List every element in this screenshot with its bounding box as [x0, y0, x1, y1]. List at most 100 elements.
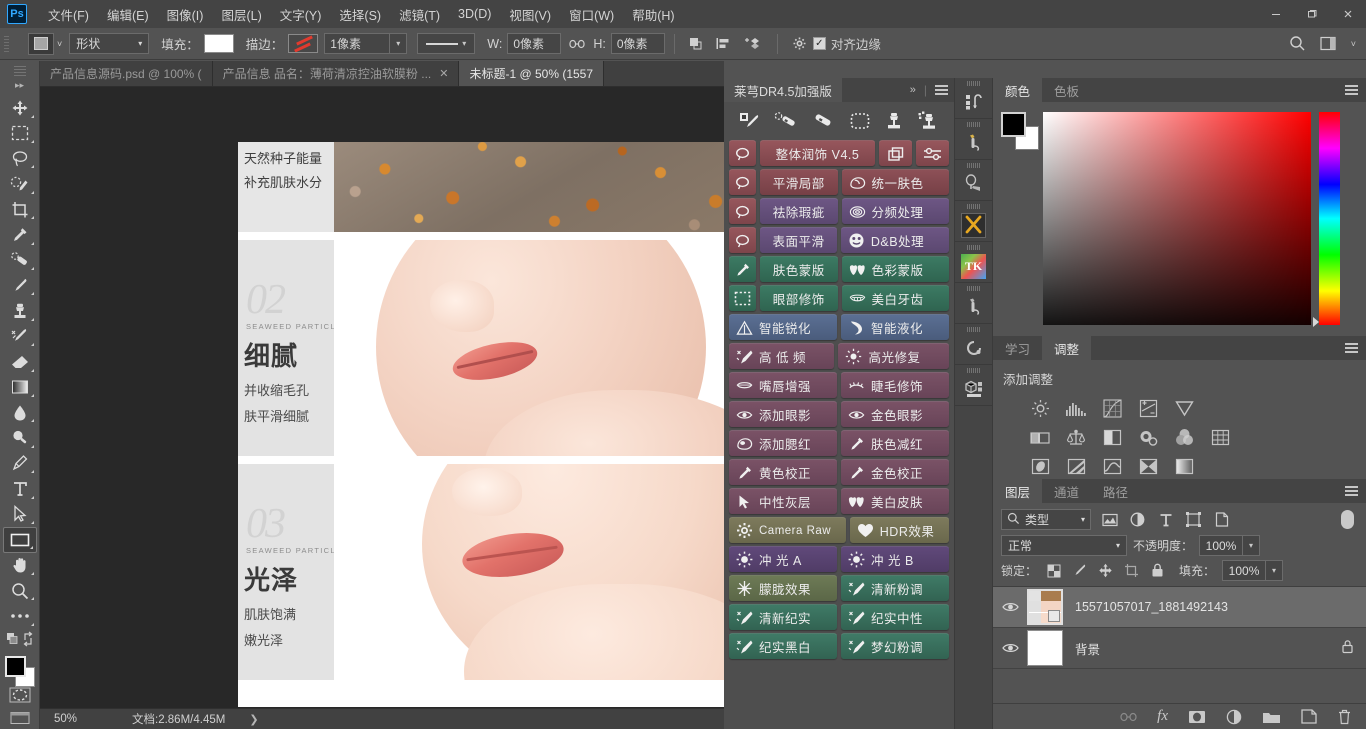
lasso-tool[interactable] [3, 146, 37, 171]
dock-item-history[interactable] [955, 324, 993, 364]
dr-btn-neutral-gray[interactable]: 中性灰层 [729, 488, 837, 514]
selective-color-icon[interactable] [1173, 457, 1195, 477]
zoom-level-field[interactable]: 50% [40, 713, 106, 725]
dr-btn-smart-liquify[interactable]: 智能液化 [841, 314, 949, 340]
align-edges-checkbox[interactable]: ✓ [812, 37, 826, 50]
pen-tool[interactable] [3, 451, 37, 476]
path-alignment-icon[interactable] [708, 36, 738, 52]
quick-mask-button[interactable] [3, 683, 37, 706]
lasso-icon-button-3[interactable] [729, 198, 756, 224]
dock-item-tk-panel[interactable]: TK [955, 242, 993, 282]
dock-item-xx-tools[interactable] [955, 201, 993, 241]
hue-slider[interactable] [1313, 112, 1340, 327]
dr-btn-highlight-recovery[interactable]: 高光修复 [838, 343, 949, 369]
screen-mode-button[interactable] [3, 706, 37, 729]
marquee-tool[interactable] [3, 121, 37, 146]
document-tab-3[interactable]: 未标题-1 @ 50% (1557 [459, 61, 605, 86]
panel-menu-icon[interactable] [935, 84, 948, 96]
double-chevron-icon[interactable]: » [910, 84, 916, 96]
tab-learn[interactable]: 学习 [993, 336, 1042, 360]
move-tool[interactable] [3, 95, 37, 120]
document-tab-1[interactable]: 产品信息源码.psd @ 100% ( [40, 61, 213, 86]
pixel-filter-icon[interactable] [1100, 510, 1119, 529]
dr-btn-smart-sharpen[interactable]: 智能锐化 [729, 314, 837, 340]
opacity-input[interactable]: 100% [1199, 535, 1244, 556]
link-icon[interactable] [569, 38, 585, 50]
delete-layer-icon[interactable] [1337, 709, 1352, 725]
foreground-color-swatch[interactable] [4, 655, 26, 677]
panel-menu-icon[interactable] [1345, 343, 1358, 354]
dr-btn-hazy-effect[interactable]: 朦胧效果 [729, 575, 837, 601]
close-tab-icon[interactable]: ✕ [439, 67, 448, 80]
gradient-tool[interactable] [3, 375, 37, 400]
vibrance-icon[interactable] [1173, 399, 1195, 419]
foreground-color-swatch[interactable] [1001, 112, 1026, 137]
eyedropper-tool[interactable] [3, 222, 37, 247]
dr-btn-whiten-teeth[interactable]: 美白牙齿 [841, 285, 949, 311]
brightness-contrast-icon[interactable] [1029, 399, 1051, 419]
shape-mode-select[interactable]: 形状 ▾ [69, 33, 150, 54]
layer-style-icon[interactable]: fx [1157, 708, 1168, 725]
layer-visibility-toggle[interactable] [993, 642, 1027, 654]
gear-icon[interactable] [787, 36, 813, 52]
clone-stamp-icon[interactable] [884, 111, 904, 131]
channel-mixer-icon[interactable] [1173, 428, 1195, 448]
black-white-icon[interactable] [1101, 428, 1123, 448]
healing-brush-icon[interactable] [774, 111, 798, 131]
brush-select-icon[interactable] [739, 111, 761, 131]
new-fill-adjustment-icon[interactable] [1226, 709, 1242, 725]
tool-preset-caret-icon[interactable]: ˅ [57, 39, 62, 49]
minimize-button[interactable] [1258, 0, 1294, 28]
dock-item-3d-panel[interactable] [955, 365, 993, 405]
menu-edit[interactable]: 编辑(E) [98, 1, 158, 28]
color-balance-icon[interactable] [1065, 428, 1087, 448]
menu-help[interactable]: 帮助(H) [623, 1, 683, 28]
fill-color-swatch[interactable] [203, 34, 234, 53]
new-layer-icon[interactable] [1301, 709, 1317, 724]
gradient-map-icon[interactable] [1137, 457, 1159, 477]
tab-layers[interactable]: 图层 [993, 479, 1043, 503]
options-bar-grip[interactable] [2, 33, 12, 54]
lock-transparency-icon[interactable] [1044, 561, 1063, 580]
dr-btn-skin-mask[interactable]: 肤色蒙版 [760, 256, 838, 282]
fill-input[interactable]: 100% [1222, 560, 1267, 581]
close-button[interactable] [1330, 0, 1366, 28]
posterize-icon[interactable] [1065, 457, 1087, 477]
path-arrangement-icon[interactable] [738, 36, 768, 52]
brush-tool[interactable] [3, 273, 37, 298]
foreground-background-colors[interactable] [3, 654, 37, 687]
clone-stamp-tool[interactable] [3, 298, 37, 323]
threshold-icon[interactable] [1101, 457, 1123, 477]
lock-all-icon[interactable] [1148, 561, 1167, 580]
dr-btn-lash-retouch[interactable]: 睫毛修饰 [841, 372, 949, 398]
dr-btn-eye-retouch[interactable]: 眼部修饰 [760, 285, 838, 311]
invert-icon[interactable] [1029, 457, 1051, 477]
layer-thumbnail[interactable] [1027, 630, 1063, 666]
shape-filter-icon[interactable] [1184, 510, 1203, 529]
lock-artboard-icon[interactable] [1122, 561, 1141, 580]
chevron-right-icon[interactable]: ❯ [249, 713, 258, 726]
curves-icon[interactable] [1101, 399, 1123, 419]
dr-btn-fresh-doc[interactable]: 清新纪实 [729, 604, 837, 630]
blend-mode-select[interactable]: 正常 ▾ [1001, 535, 1127, 556]
dr-btn-remove-blemish[interactable]: 祛除瑕疵 [760, 198, 838, 224]
menu-layer[interactable]: 图层(L) [212, 1, 270, 28]
history-brush-tool[interactable] [3, 324, 37, 349]
dock-item-magnifier[interactable] [955, 160, 993, 200]
dock-item-tool-panel[interactable] [955, 119, 993, 159]
dr-btn-flash-a[interactable]: 冲 光 A [729, 546, 837, 572]
levels-icon[interactable] [1065, 399, 1087, 419]
tab-channels[interactable]: 通道 [1042, 479, 1091, 503]
dock-item-tool-panel-2[interactable] [955, 283, 993, 323]
panel-menu-icon[interactable] [1345, 85, 1358, 96]
type-tool[interactable] [3, 476, 37, 501]
canvas-area[interactable]: 天然种子能量 补充肌肤水分 02 SEAWEED PARTICLE MASK 细… [40, 87, 724, 708]
default-colors-icon[interactable] [3, 629, 37, 650]
exposure-icon[interactable] [1137, 399, 1159, 419]
stroke-style-picker[interactable]: ▾ [417, 33, 476, 54]
dr-btn-gold-eyeshadow[interactable]: 金色眼影 [841, 401, 949, 427]
menu-file[interactable]: 文件(F) [39, 1, 98, 28]
table-row[interactable]: 15571057017_1881492143 [993, 587, 1366, 628]
dr-btn-surface-smooth[interactable]: 表面平滑 [760, 227, 837, 253]
lock-image-icon[interactable] [1070, 561, 1089, 580]
